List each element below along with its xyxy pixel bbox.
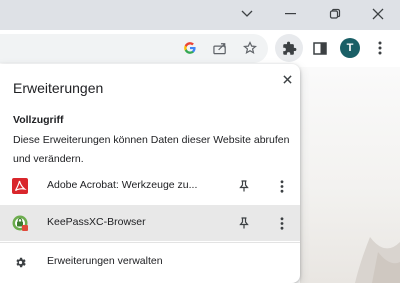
popup-close-button[interactable]: [277, 69, 297, 89]
chrome-menu-button[interactable]: [366, 34, 394, 62]
pin-button[interactable]: [234, 213, 254, 233]
extension-row-keepassxc[interactable]: KeePassXC-Browser: [0, 205, 300, 241]
minimize-icon: [285, 13, 296, 15]
popup-title: Erweiterungen: [13, 80, 104, 96]
extension-more-button[interactable]: [272, 176, 292, 196]
page-image: [355, 237, 400, 283]
side-panel-button[interactable]: [306, 34, 334, 62]
section-description: Diese Erweiterungen können Daten dieser …: [13, 134, 290, 165]
close-icon: [282, 74, 292, 84]
extension-row-adobe-acrobat[interactable]: Adobe Acrobat: Werkzeuge zu...: [0, 168, 300, 204]
window-close-button[interactable]: [356, 0, 400, 28]
star-icon: [243, 41, 257, 55]
pin-icon: [239, 217, 249, 229]
manage-extensions-button[interactable]: Erweiterungen verwalten: [0, 247, 300, 277]
bookmark-button[interactable]: [236, 34, 264, 62]
share-button[interactable]: [206, 34, 234, 62]
chevron-down-icon: [241, 10, 253, 17]
google-g-icon: [184, 42, 196, 54]
divider: [0, 242, 300, 243]
tab-search-button[interactable]: [225, 0, 269, 28]
kebab-icon: [378, 41, 382, 55]
page-content-background: [300, 67, 400, 283]
keepassxc-icon: [12, 215, 28, 231]
gear-icon: [12, 254, 28, 270]
close-icon: [372, 8, 384, 20]
window-title-bar: [0, 0, 400, 30]
restore-button[interactable]: [313, 0, 357, 28]
extension-name: KeePassXC-Browser: [47, 216, 146, 228]
puzzle-icon: [282, 41, 296, 55]
extension-name: Adobe Acrobat: Werkzeuge zu...: [47, 179, 198, 191]
profile-button[interactable]: T: [336, 34, 364, 62]
pin-button[interactable]: [234, 176, 254, 196]
section-heading: Vollzugriff: [13, 114, 64, 126]
extensions-menu: Erweiterungen Vollzugriff Diese Erweiter…: [0, 64, 300, 283]
extensions-button[interactable]: [275, 34, 303, 62]
browser-toolbar: T: [0, 30, 400, 67]
side-panel-icon: [313, 41, 327, 55]
avatar: T: [340, 38, 360, 58]
pin-icon: [239, 180, 249, 192]
share-icon: [212, 43, 226, 55]
minimize-button[interactable]: [269, 0, 313, 28]
google-lens-button[interactable]: [176, 34, 204, 62]
kebab-icon: [280, 216, 284, 230]
adobe-acrobat-icon: [12, 178, 28, 194]
extension-more-button[interactable]: [272, 213, 292, 233]
manage-extensions-label: Erweiterungen verwalten: [47, 255, 163, 267]
restore-icon: [329, 8, 341, 19]
kebab-icon: [280, 179, 284, 193]
